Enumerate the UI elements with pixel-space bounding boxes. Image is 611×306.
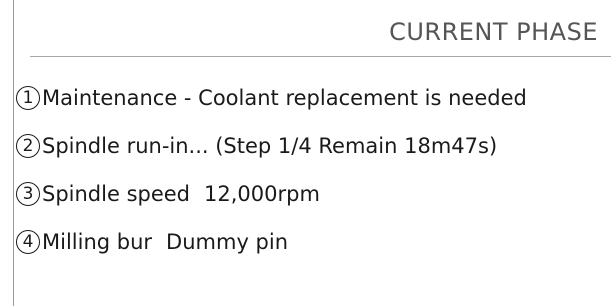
- panel-header: CURRENT PHASE: [30, 0, 611, 57]
- circled-number-1: 1: [16, 86, 40, 110]
- phase-row-spindle-run-in: 2 Spindle run-in... (Step 1/4 Remain 18m…: [16, 122, 606, 170]
- phase-row-milling-bur: 4 Milling bur Dummy pin: [16, 218, 606, 266]
- circled-number-2: 2: [16, 134, 40, 158]
- phase-row-spindle-speed: 3 Spindle speed 12,000rpm: [16, 170, 606, 218]
- milling-bur-value: Dummy pin: [166, 230, 289, 254]
- circled-number-4: 4: [16, 230, 40, 254]
- panel-left-border: [13, 0, 14, 306]
- panel-title: CURRENT PHASE: [389, 18, 598, 46]
- phase-row-text: Maintenance - Coolant replacement is nee…: [42, 86, 527, 110]
- phase-row-text: Spindle run-in... (Step 1/4 Remain 18m47…: [42, 134, 498, 158]
- phase-list: 1 Maintenance - Coolant replacement is n…: [16, 74, 606, 266]
- phase-row-label: Spindle speed: [42, 182, 191, 206]
- phase-row-maintenance: 1 Maintenance - Coolant replacement is n…: [16, 74, 606, 122]
- circled-number-3: 3: [16, 182, 40, 206]
- spindle-speed-value: 12,000rpm: [204, 182, 320, 206]
- current-phase-panel: CURRENT PHASE 1 Maintenance - Coolant re…: [0, 0, 611, 306]
- phase-row-label: Milling bur: [42, 230, 153, 254]
